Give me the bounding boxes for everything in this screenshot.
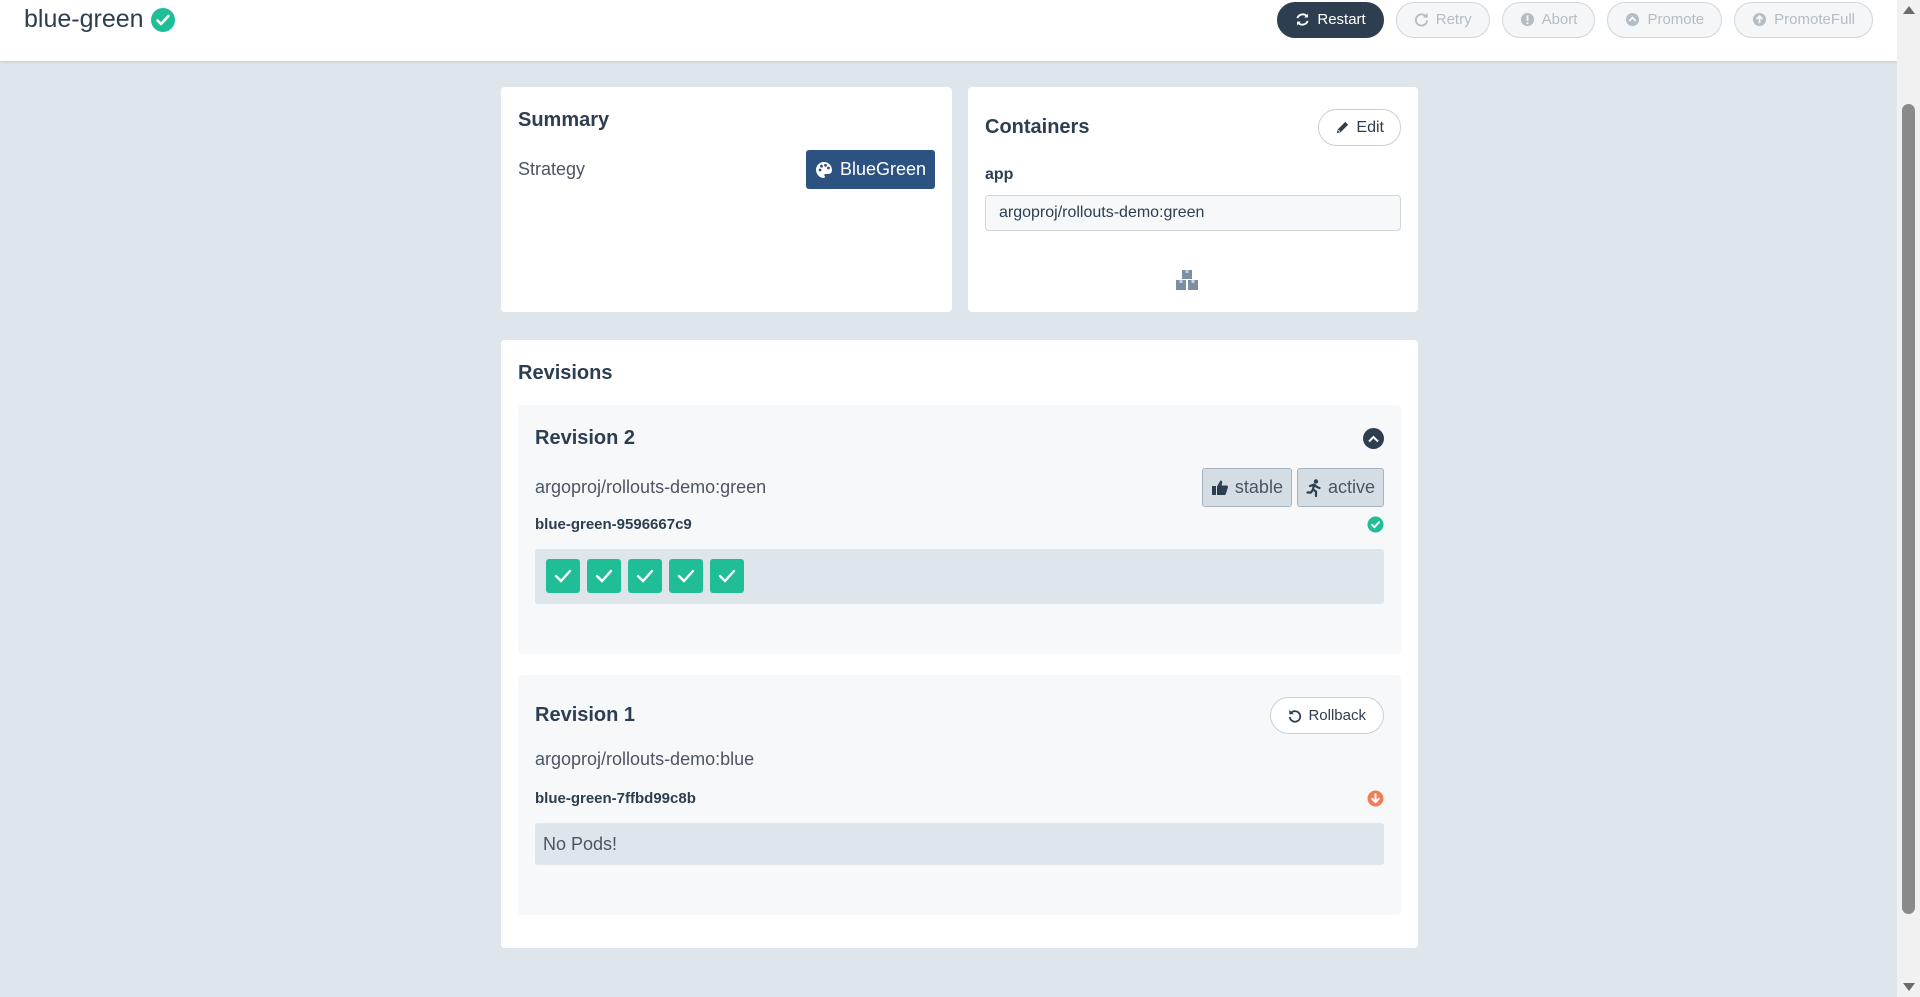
revision-title: Revision 1 — [535, 704, 636, 726]
revisions-title: Revisions — [518, 362, 613, 384]
strategy-value: BlueGreen — [839, 159, 926, 179]
redo-icon — [1414, 12, 1428, 27]
replicaset-name: blue-green-9596667c9 — [535, 516, 692, 533]
running-icon — [1306, 478, 1321, 497]
containers-head: Containers Edit — [985, 109, 1401, 146]
pencil-icon — [1337, 121, 1349, 134]
revision-image: argoproj/rollouts-demo:green — [535, 477, 767, 497]
revision-head: Revision 1 Rollback — [535, 697, 1384, 734]
pod-healthy[interactable] — [710, 559, 744, 593]
scrollbar-thumb[interactable] — [1902, 104, 1915, 914]
check-icon — [554, 569, 572, 583]
palette-icon — [815, 161, 832, 178]
exclamation-circle-icon — [1520, 12, 1534, 27]
thumbs-up-icon — [1211, 480, 1228, 495]
rollback-label: Rollback — [1308, 707, 1366, 724]
restart-label: Restart — [1317, 11, 1366, 28]
replicaset-name: blue-green-7ffbd99c8b — [535, 790, 696, 807]
rollback-button[interactable]: Rollback — [1270, 697, 1384, 734]
summary-panel: Summary Strategy BlueGreen — [501, 87, 952, 312]
container-name: app — [985, 166, 1014, 183]
undo-icon — [1289, 709, 1302, 723]
pod-healthy[interactable] — [628, 559, 662, 593]
pod-healthy[interactable] — [546, 559, 580, 593]
title-wrap: blue-green — [24, 5, 176, 34]
revisions-panel: Revisions Revision 2 argoproj/rollouts-d… — [501, 340, 1418, 948]
revision-image-row: argoproj/rollouts-demo:green stable acti… — [535, 468, 1384, 507]
revision-image-row: argoproj/rollouts-demo:blue — [535, 749, 1384, 770]
rollout-header: blue-green Restart Retry Abort Promote P… — [0, 0, 1897, 61]
edit-containers-button[interactable]: Edit — [1318, 109, 1401, 146]
retry-label: Retry — [1435, 11, 1472, 28]
vertical-scrollbar[interactable] — [1897, 0, 1920, 997]
revision-card: Revision 2 argoproj/rollouts-demo:green … — [518, 405, 1401, 654]
check-icon — [718, 569, 736, 583]
pods-box — [535, 549, 1384, 604]
revision-card: Revision 1 Rollback argoproj/rollouts-de… — [518, 675, 1401, 915]
strategy-row: Strategy BlueGreen — [518, 150, 935, 189]
strategy-label: Strategy — [518, 159, 586, 179]
summary-title: Summary — [518, 109, 610, 131]
chevron-circle-up-icon — [1626, 12, 1640, 27]
replicaset-row: blue-green-7ffbd99c8b — [535, 790, 1384, 807]
promote-full-button[interactable]: PromoteFull — [1734, 1, 1873, 38]
check-icon — [677, 569, 695, 583]
abort-button[interactable]: Abort — [1501, 1, 1596, 38]
check-circle-icon — [150, 7, 175, 32]
rollout-title: blue-green — [24, 5, 144, 33]
no-pods-message: No Pods! — [535, 823, 1384, 865]
active-label: active — [1327, 477, 1375, 497]
strategy-badge: BlueGreen — [805, 150, 935, 189]
promote-label: Promote — [1647, 11, 1705, 28]
replicaset-row: blue-green-9596667c9 — [535, 516, 1384, 533]
scroll-up-arrow-icon[interactable] — [1903, 6, 1915, 14]
check-circle-icon — [1367, 516, 1384, 533]
rollout-actions: Restart Retry Abort Promote PromoteFull — [1277, 1, 1873, 38]
retry-button[interactable]: Retry — [1395, 1, 1490, 38]
chevron-up-icon — [1368, 435, 1379, 442]
pod-healthy[interactable] — [669, 559, 703, 593]
pod-healthy[interactable] — [587, 559, 621, 593]
container-image-field[interactable] — [985, 195, 1401, 231]
scroll-down-arrow-icon[interactable] — [1903, 983, 1915, 991]
check-icon — [636, 569, 654, 583]
containers-panel: Containers Edit app — [968, 87, 1418, 312]
stable-label: stable — [1234, 477, 1283, 497]
boxes-icon — [1176, 270, 1198, 290]
edit-label: Edit — [1356, 118, 1384, 136]
abort-label: Abort — [1541, 11, 1578, 28]
stable-tag: stable — [1201, 468, 1292, 507]
promote-button[interactable]: Promote — [1607, 1, 1723, 38]
revision-tags: stable active — [1201, 468, 1384, 507]
restart-button[interactable]: Restart — [1277, 1, 1384, 38]
revision-title: Revision 2 — [535, 427, 636, 449]
check-icon — [595, 569, 613, 583]
sync-icon — [1296, 13, 1309, 26]
containers-title: Containers — [985, 116, 1090, 138]
collapse-revision-button[interactable] — [1363, 428, 1384, 449]
promote-full-label: PromoteFull — [1774, 11, 1855, 28]
arrow-circle-up-icon — [1753, 12, 1767, 27]
revision-image: argoproj/rollouts-demo:blue — [535, 749, 755, 769]
active-tag: active — [1296, 468, 1384, 507]
arrow-circle-down-icon — [1367, 790, 1384, 807]
revision-head: Revision 2 — [535, 427, 1384, 450]
